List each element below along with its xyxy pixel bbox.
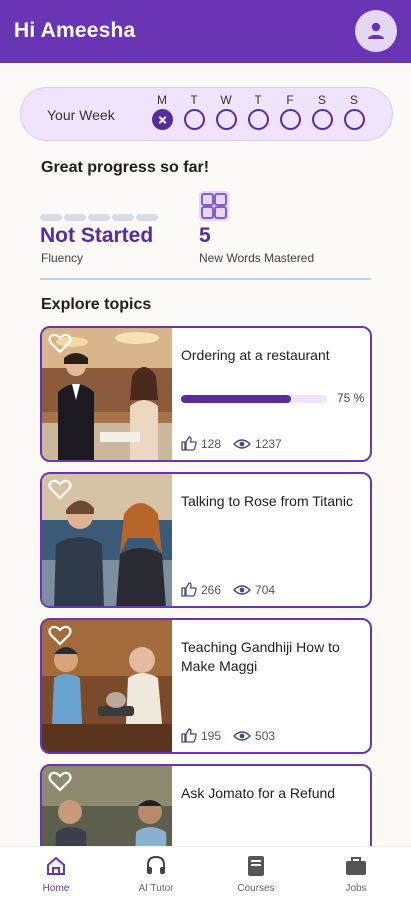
section-divider (40, 278, 371, 280)
topic-title: Ask Jomato for a Refund (181, 785, 336, 801)
topic-title: Talking to Rose from Titanic (181, 493, 353, 509)
day-status (279, 109, 301, 130)
favorite-heart-icon[interactable] (48, 478, 72, 500)
day-status-done (151, 109, 173, 130)
favorite-heart-icon[interactable] (48, 332, 72, 354)
thumbs-up-icon (181, 728, 197, 743)
day-status (215, 109, 237, 130)
eye-icon (233, 584, 252, 595)
day-letter: F (286, 93, 294, 107)
favorite-heart-icon[interactable] (48, 770, 72, 792)
topic-stats: 195 503 (181, 728, 275, 743)
nav-label: Home (42, 883, 70, 894)
views-count: 704 (255, 582, 276, 597)
day-letter: T (190, 93, 198, 107)
explore-heading: Explore topics (41, 296, 152, 313)
nav-ai-tutor[interactable]: AI Tutor (116, 853, 196, 894)
week-day-6: S (311, 92, 333, 130)
thumbs-up-icon (181, 436, 197, 451)
week-day-2: T (183, 92, 205, 130)
nav-jobs[interactable]: Jobs (316, 853, 396, 894)
day-letter: T (254, 93, 262, 107)
topic-card-gandhiji[interactable]: Teaching Gandhiji How to Make Maggi 195 … (40, 618, 372, 754)
home-icon (47, 856, 65, 875)
topic-progress-percent: 75 % (337, 391, 365, 405)
day-status (183, 109, 205, 130)
fluency-level-dashes (40, 214, 158, 222)
day-letter: S (317, 93, 326, 107)
day-letter: S (349, 93, 358, 107)
fluency-label: Fluency (41, 251, 84, 265)
day-status (247, 109, 269, 130)
likes-count: 195 (201, 728, 222, 743)
topic-progress-bar (181, 395, 327, 403)
likes-count: 266 (201, 582, 222, 597)
headset-icon (147, 855, 165, 874)
topic-title: Ordering at a restaurant (181, 347, 330, 363)
greeting-title: Hi Ameesha (14, 19, 136, 42)
app-header: Hi Ameesha (0, 0, 411, 63)
week-day-5: F (279, 92, 301, 130)
topic-progress-fill (181, 395, 291, 403)
views-count: 503 (255, 728, 276, 743)
topic-card-restaurant[interactable]: Ordering at a restaurant 75 % 128 1237 (40, 326, 372, 462)
nav-courses[interactable]: Courses (216, 853, 296, 894)
book-icon (248, 856, 264, 876)
words-mastered-value: 5 (199, 224, 211, 247)
topic-card-titanic[interactable]: Talking to Rose from Titanic 266 704 (40, 472, 372, 608)
day-letter: W (220, 93, 232, 107)
words-mastered-label: New Words Mastered (199, 251, 315, 265)
week-day-1: M (151, 92, 173, 130)
day-letter: M (157, 93, 167, 107)
views-count: 1237 (255, 436, 282, 451)
profile-avatar-button[interactable] (355, 10, 397, 52)
week-day-4: T (247, 92, 269, 130)
nav-label: AI Tutor (138, 883, 174, 894)
week-day-3: W (215, 92, 237, 130)
bottom-navigation: Home AI Tutor Courses Jobs (0, 846, 411, 900)
person-icon (368, 22, 384, 39)
day-status (311, 109, 333, 130)
topic-title: Teaching Gandhiji How to Make Maggi (181, 639, 340, 674)
thumbs-up-icon (181, 582, 197, 597)
fluency-value: Not Started (40, 224, 154, 247)
nav-home[interactable]: Home (16, 853, 96, 894)
topic-stats: 266 704 (181, 582, 275, 597)
week-tracker: Your Week M T W T F S S (20, 87, 393, 141)
nav-label: Courses (237, 883, 275, 894)
favorite-heart-icon[interactable] (48, 624, 72, 646)
briefcase-icon (346, 857, 366, 875)
week-label: Your Week (47, 107, 115, 123)
likes-count: 128 (201, 436, 222, 451)
word-blocks-icon (199, 191, 229, 221)
nav-label: Jobs (345, 883, 367, 894)
topic-stats: 128 1237 (181, 436, 282, 451)
eye-icon (233, 438, 252, 449)
week-day-7: S (343, 92, 365, 130)
eye-icon (233, 730, 252, 741)
progress-heading: Great progress so far! (41, 159, 210, 176)
day-status (343, 109, 365, 130)
